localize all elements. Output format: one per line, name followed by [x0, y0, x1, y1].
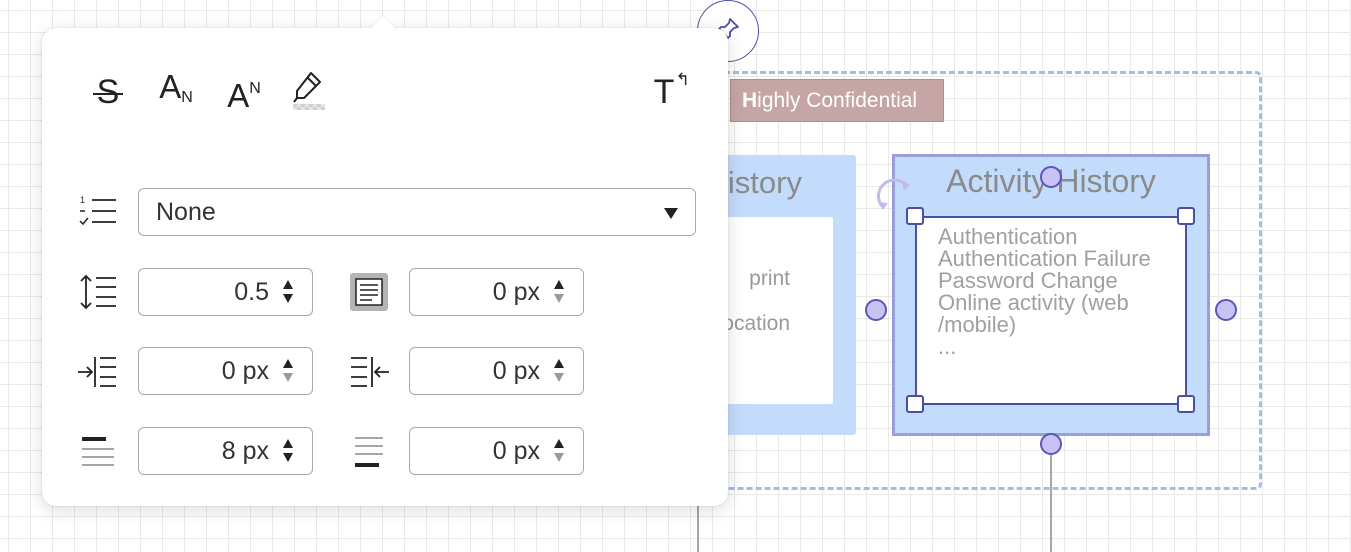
content-line: Password Change: [938, 268, 1118, 293]
list-style-select[interactable]: None: [138, 188, 696, 236]
rotate-icon[interactable]: [874, 176, 914, 216]
highlight-button[interactable]: [287, 70, 331, 114]
connection-point-top[interactable]: [1040, 166, 1062, 188]
indent-left-icon: [76, 350, 120, 394]
padding-value: 0 px: [492, 278, 540, 306]
connection-point-right[interactable]: [1215, 299, 1237, 321]
space-after-value: 0 px: [492, 437, 540, 465]
indent-left-input[interactable]: 0 px: [138, 347, 313, 395]
chevron-down-icon: [664, 208, 678, 219]
svg-text:1: 1: [80, 195, 85, 205]
content-line: Authentication: [938, 224, 1078, 249]
indent-right-input[interactable]: 0 px: [409, 347, 584, 395]
stepper-icon[interactable]: [283, 279, 295, 305]
selected-text-box[interactable]: Authentication Authentication Failure Pa…: [915, 216, 1187, 405]
strikethrough-button[interactable]: S: [86, 70, 130, 114]
indent-right-value: 0 px: [492, 357, 540, 385]
padding-input[interactable]: 0 px: [409, 268, 584, 316]
space-before-icon: [76, 430, 120, 474]
highlighter-icon: [289, 68, 329, 117]
line-spacing-input[interactable]: 0.5: [138, 268, 313, 316]
connection-point-left[interactable]: [865, 299, 887, 321]
stepper-icon[interactable]: [554, 358, 566, 384]
superscript-button[interactable]: AN: [222, 70, 266, 114]
content-line: Online activity (web: [938, 290, 1129, 315]
content-line: /mobile): [938, 312, 1017, 337]
space-after-input[interactable]: 0 px: [409, 427, 584, 475]
stepper-icon[interactable]: [283, 438, 295, 464]
strikethrough-icon: S: [92, 72, 124, 112]
subscript-button[interactable]: AN: [154, 68, 198, 114]
text-box-icon: [347, 270, 391, 314]
space-after-icon: [347, 430, 391, 474]
line-spacing-icon: [76, 270, 120, 314]
space-before-input[interactable]: 8 px: [138, 427, 313, 475]
space-before-value: 8 px: [221, 437, 269, 465]
resize-handle-top-right[interactable]: [1177, 207, 1195, 225]
stepper-icon[interactable]: [554, 438, 566, 464]
resize-handle-bottom-right[interactable]: [1177, 395, 1195, 413]
panel-caret: [370, 16, 396, 29]
stepper-icon[interactable]: [283, 358, 295, 384]
resize-handle-bottom-left[interactable]: [906, 395, 924, 413]
superscript-icon: AN: [227, 76, 261, 114]
clear-format-icon: T ↰: [653, 70, 690, 111]
confidential-tag[interactable]: Highly Confidential: [730, 79, 944, 122]
content-line: Authentication Failure: [938, 246, 1151, 271]
indent-left-value: 0 px: [221, 357, 269, 385]
indent-right-icon: [347, 350, 391, 394]
list-style-icon: 1: [76, 190, 120, 234]
clear-format-button[interactable]: T ↰: [642, 70, 690, 114]
subscript-icon: AN: [159, 67, 193, 106]
content-line: ...: [938, 334, 957, 359]
selected-text-content[interactable]: Authentication Authentication Failure Pa…: [938, 226, 1178, 358]
line-spacing-value: 0.5: [234, 278, 269, 306]
stepper-icon[interactable]: [554, 279, 566, 305]
connection-point-bottom[interactable]: [1040, 433, 1062, 455]
list-style-value: None: [156, 198, 216, 226]
